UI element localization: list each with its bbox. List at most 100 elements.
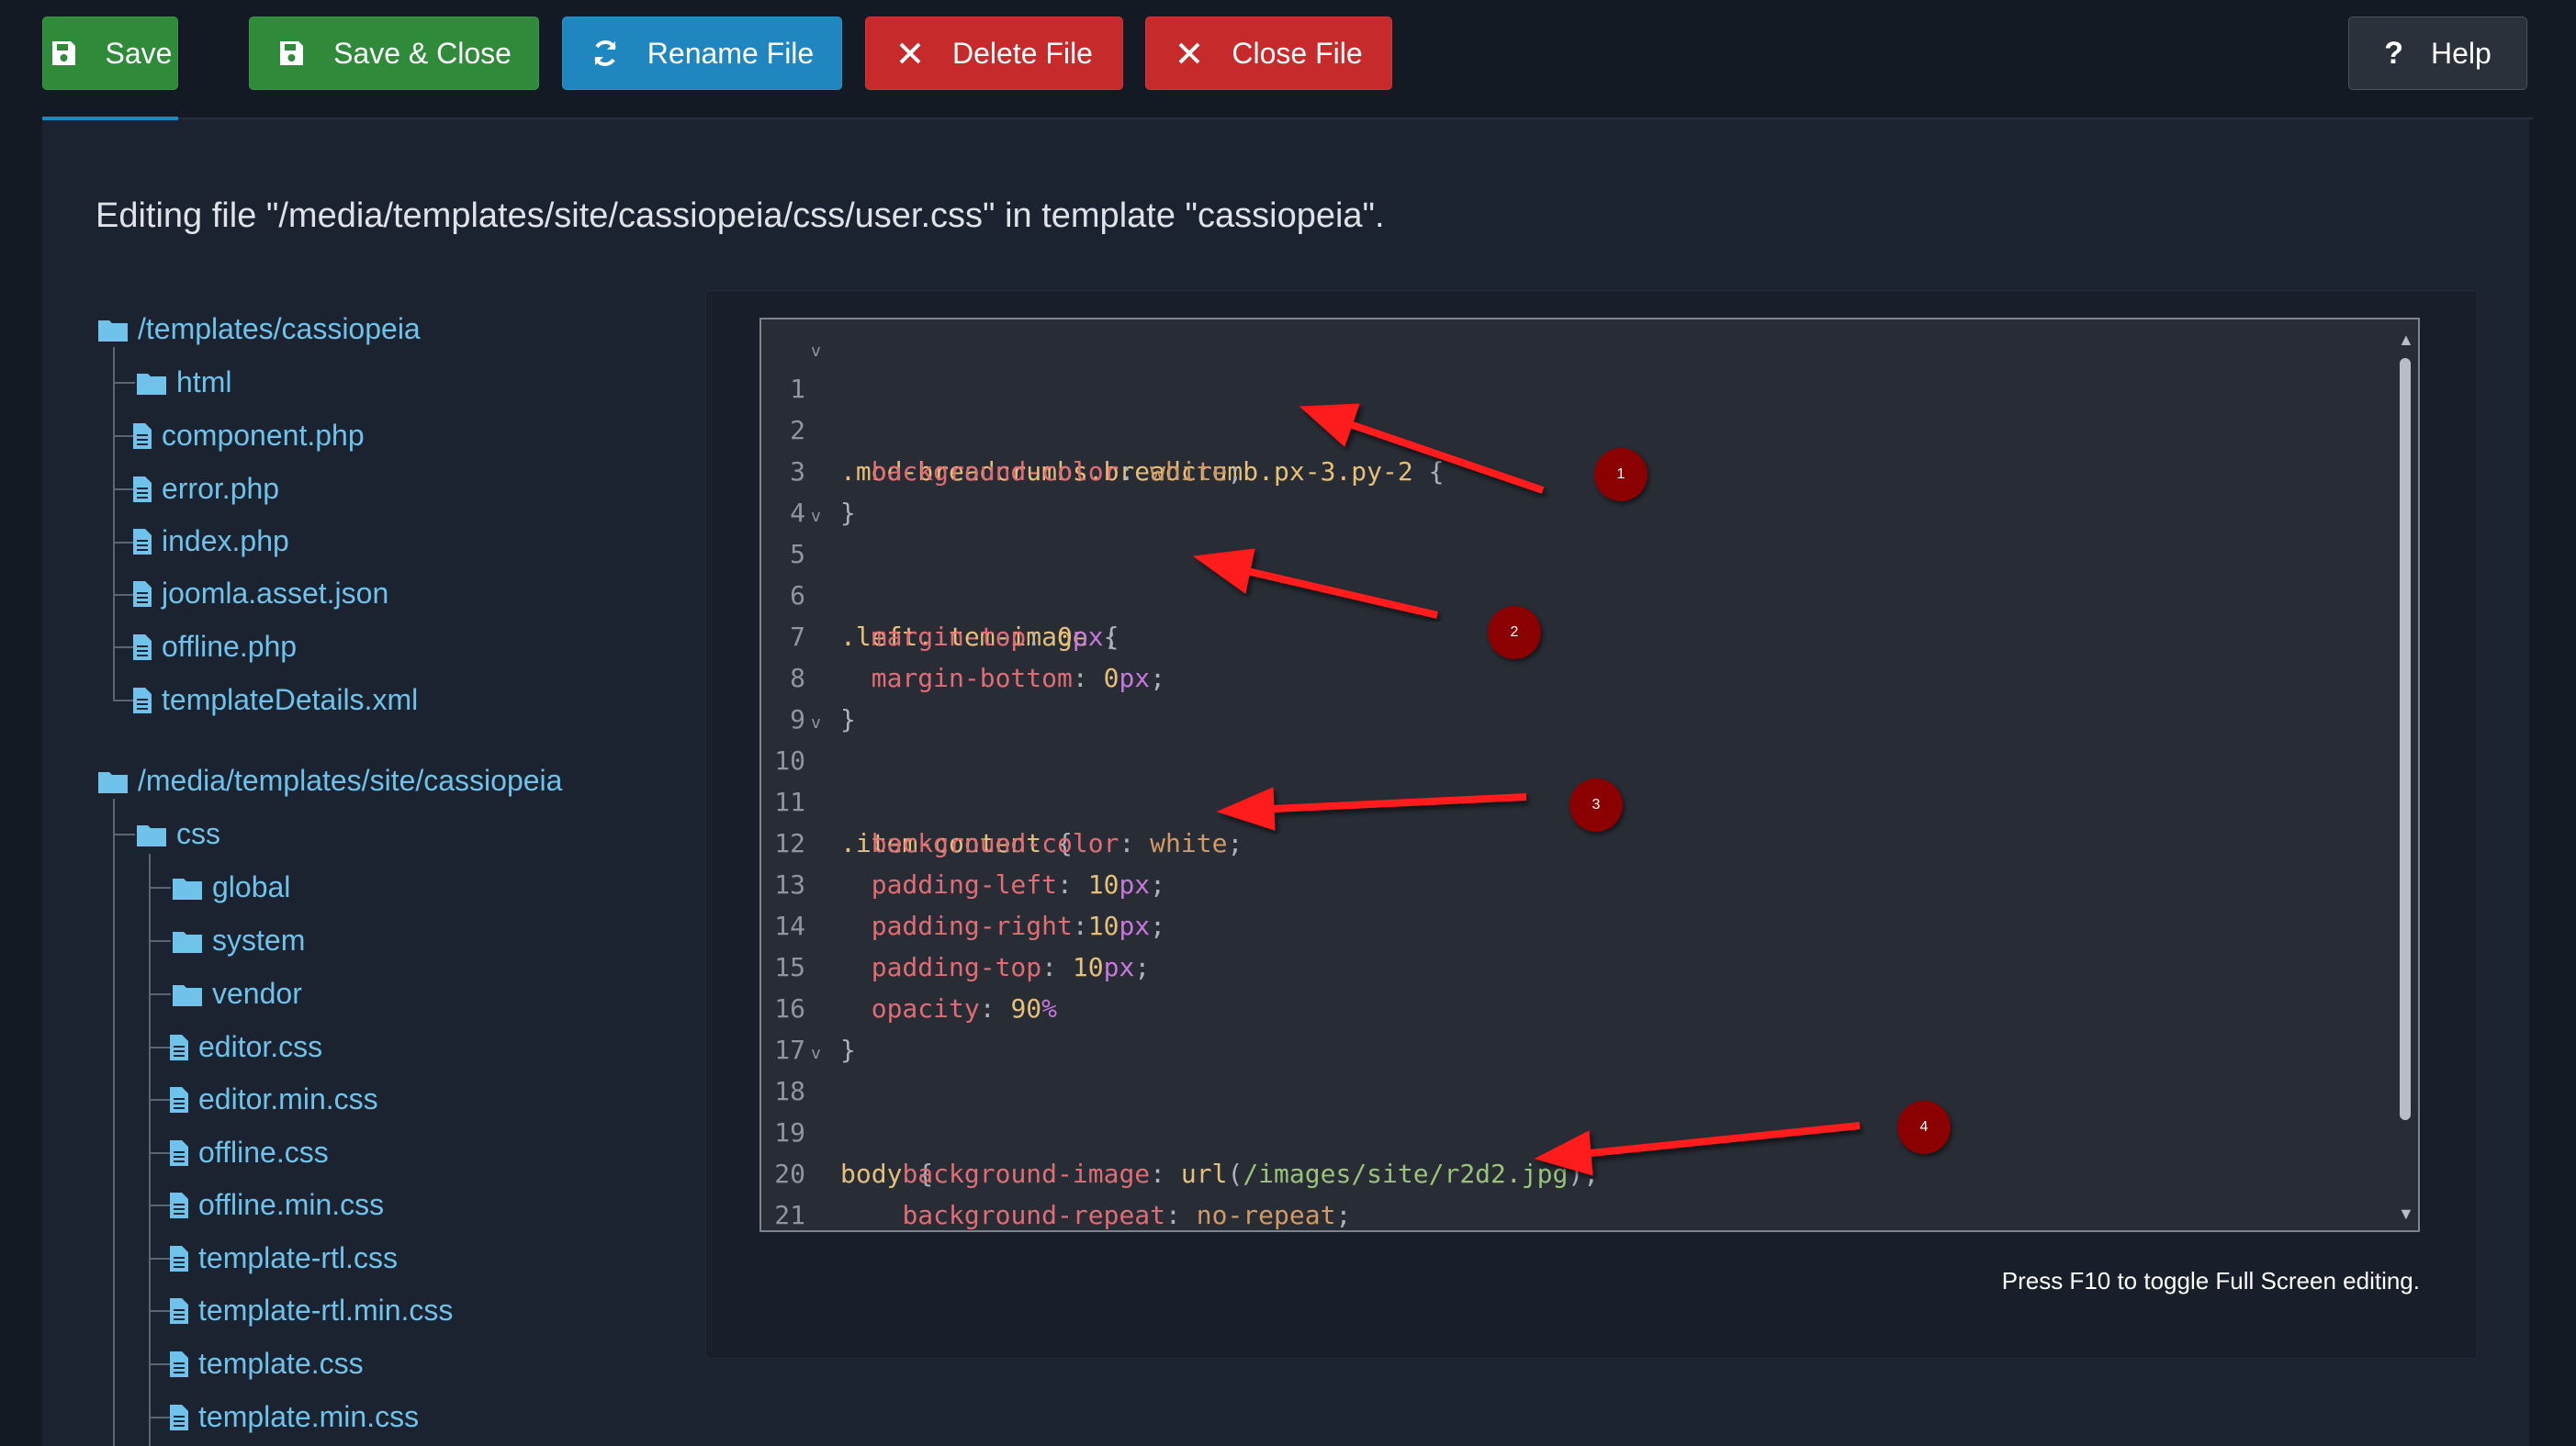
close-x-icon [1175,39,1204,68]
code-line: 5 v .left.item-image { [761,492,2378,652]
code-line: 16 } [761,947,2378,1065]
tree-line [113,382,135,384]
active-tab-indicator [42,117,178,120]
file-icon [132,687,152,714]
rename-file-label: Rename File [647,36,815,70]
file-icon [169,1404,189,1431]
file-icon [169,1192,189,1219]
tree-folder-media-root[interactable]: /media/templates/site/cassiopeia [97,764,562,798]
tree-label: error.php [162,472,280,505]
scroll-down-arrow-icon[interactable]: ▼ [2398,1205,2414,1222]
file-icon [132,528,152,555]
tree-file-joomla-asset-json[interactable]: joomla.asset.json [132,577,388,611]
save-button[interactable]: Save [42,17,178,90]
floppy-disk-icon [49,39,78,68]
tree-label: offline.css [198,1136,329,1169]
scroll-thumb[interactable] [2400,358,2411,1120]
close-file-button[interactable]: Close File [1145,17,1392,90]
tree-file-template-min-css[interactable]: template.min.css [169,1400,419,1434]
folder-icon [136,370,167,396]
code-line: 7 margin-bottom: 0px; [761,575,2378,693]
close-file-label: Close File [1232,36,1363,70]
tree-file-component-php[interactable]: component.php [132,419,365,453]
fold-toggle[interactable]: v [811,331,821,372]
help-button[interactable]: ? Help [2348,17,2527,90]
annotation-badge-3: 3 [1569,779,1623,832]
file-icon [169,1297,189,1325]
annotation-badge-1: 1 [1594,448,1648,501]
tree-label: offline.min.css [198,1188,385,1221]
code-line: 6 margin-top: 0px; [761,533,2378,652]
tree-file-template-rtl-min-css[interactable]: template-rtl.min.css [169,1294,453,1328]
tree-label: vendor [212,977,302,1010]
file-icon [132,476,152,503]
tree-file-index-php[interactable]: index.php [132,524,289,558]
fold-toggle[interactable]: v [811,1033,821,1074]
tree-line [149,1258,171,1260]
tree-line [149,1099,171,1101]
close-x-icon [895,39,925,68]
tree-file-template-css[interactable]: template.css [169,1347,364,1381]
code-line: 19 background-image: url(/images/site/r2… [761,1070,2378,1189]
tree-label: editor.min.css [198,1082,378,1115]
tree-label: css [176,817,220,850]
tree-label: editor.css [198,1030,323,1063]
delete-file-label: Delete File [952,36,1093,70]
code-line: 3 } [761,409,2378,528]
tree-line [113,799,115,1446]
code-line: 4 [761,451,2378,528]
code-line: 10 v .item-content { [761,699,2378,858]
tree-file-template-rtl-css[interactable]: template-rtl.css [169,1241,398,1275]
code-line: 18 v body { [761,1029,2378,1189]
tree-line [149,1310,171,1312]
tree-label: template.css [198,1347,364,1380]
tree-line [113,834,135,835]
tree-folder-vendor[interactable]: vendor [172,977,302,1011]
tree-folder-global[interactable]: global [172,870,290,904]
file-icon [132,422,152,450]
file-icon [169,1034,189,1061]
tree-folder-system[interactable]: system [172,924,305,958]
tree-label: templateDetails.xml [162,683,419,716]
tree-label: offline.php [162,630,298,663]
delete-file-button[interactable]: Delete File [865,17,1123,90]
editor-scrollbar[interactable]: ▲ ▼ [2398,331,2414,1222]
fold-toggle[interactable]: v [811,496,821,537]
tree-file-editor-min-css[interactable]: editor.min.css [169,1082,378,1116]
folder-icon [172,875,203,901]
file-icon [132,633,152,661]
folder-icon [136,822,167,847]
save-label: Save [105,36,173,70]
file-icon [169,1086,189,1114]
tree-folder-templates-root[interactable]: /templates/cassiopeia [97,312,421,346]
tree-file-templatedetails-xml[interactable]: templateDetails.xml [132,683,418,717]
annotation-badge-2: 2 [1488,606,1541,659]
tree-label: system [212,924,306,957]
tree-line [149,1152,171,1154]
tree-line [149,940,171,942]
tree-file-offline-php[interactable]: offline.php [132,630,297,664]
tree-line [149,854,151,1446]
tree-line [149,887,171,889]
fold-toggle[interactable]: v [811,702,821,744]
tree-file-error-php[interactable]: error.php [132,472,279,506]
tree-folder-css[interactable]: css [136,817,220,851]
tree-file-editor-css[interactable]: editor.css [169,1030,322,1064]
tree-folder-html[interactable]: html [136,365,231,399]
scroll-up-arrow-icon[interactable]: ▲ [2398,331,2414,348]
code-line: 14 padding-top: 10px; [761,864,2378,982]
tree-file-offline-min-css[interactable]: offline.min.css [169,1188,384,1222]
code-editor[interactable]: 1 v .mod-breadcrumbs.breadcrumb.px-3.py-… [759,318,2420,1232]
folder-icon [97,768,129,794]
code-line: 9 [761,657,2378,734]
save-close-button[interactable]: Save & Close [249,17,539,90]
rename-file-button[interactable]: Rename File [562,17,842,90]
tree-label: template.min.css [198,1400,420,1433]
tree-label: component.php [162,419,365,452]
tree-file-offline-css[interactable]: offline.css [169,1136,329,1170]
save-close-label: Save & Close [333,36,512,70]
toolbar: Save Save & Close Rename File Delete Fil… [0,0,2576,116]
code-line: 11 background-color: white; [761,740,2378,858]
tree-line [149,1205,171,1206]
tree-line [149,1047,171,1048]
